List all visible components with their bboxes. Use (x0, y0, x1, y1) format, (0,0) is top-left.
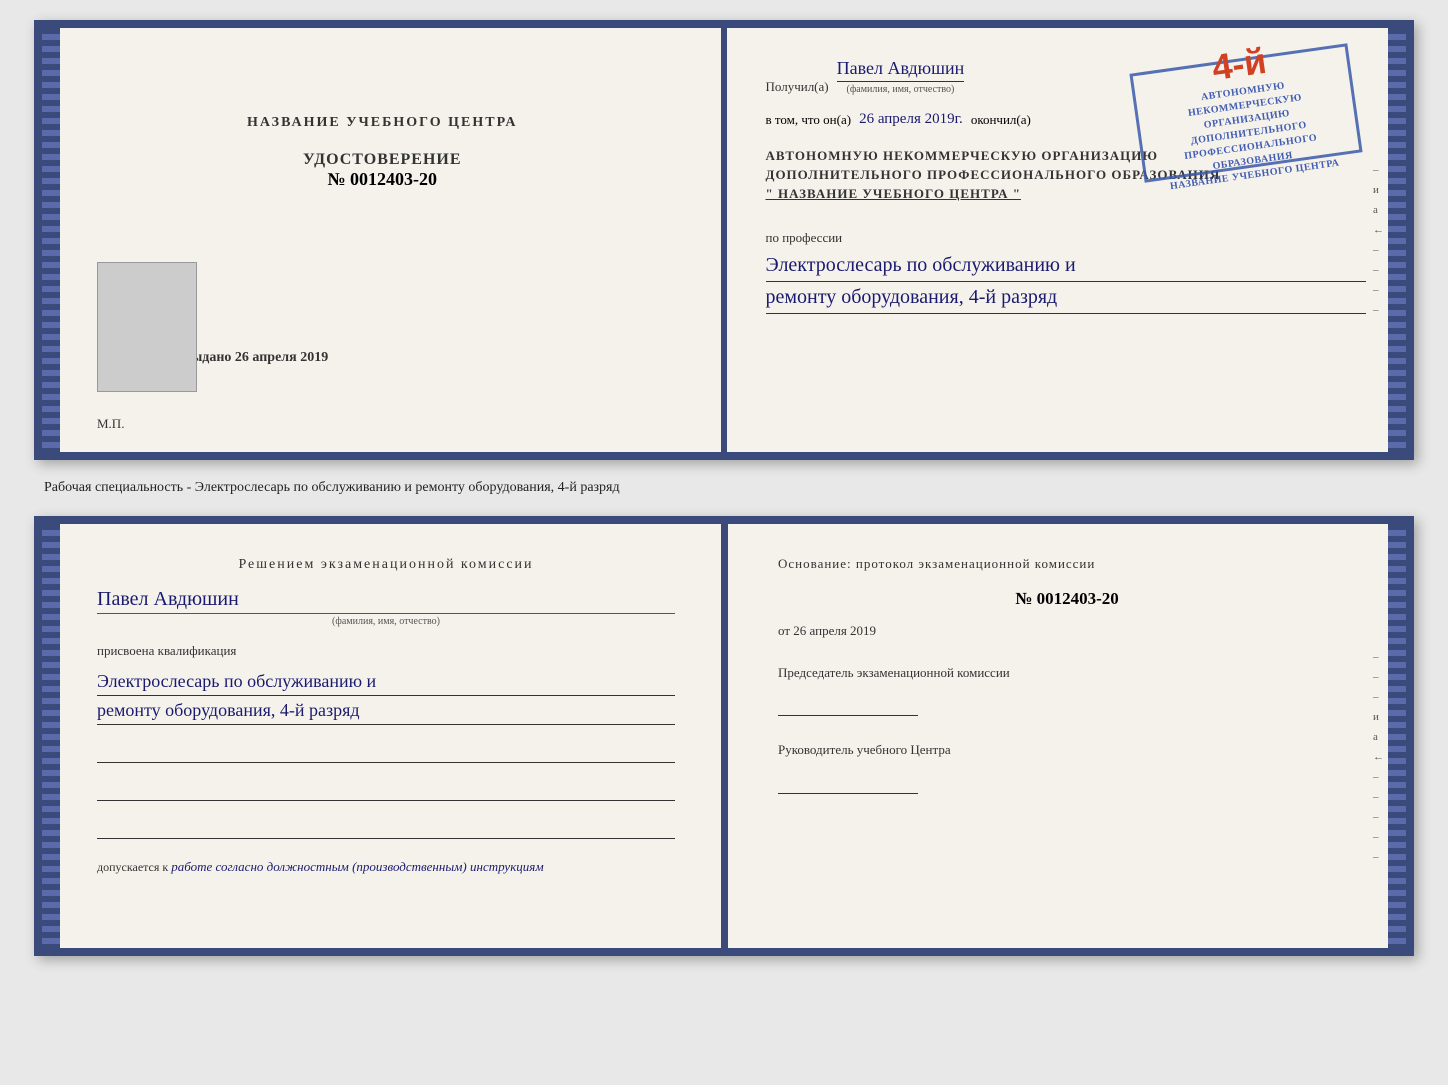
document-container: НАЗВАНИЕ УЧЕБНОГО ЦЕНТРА УДОСТОВЕРЕНИЕ №… (34, 20, 1414, 956)
exam-name-subtext: (фамилия, имя, отчество) (97, 613, 675, 627)
ruk-label: Руководитель учебного Центра (778, 740, 1356, 760)
cert-udost-label: УДОСТОВЕРЕНИЕ (303, 151, 462, 169)
po-professii-label: по профессии (766, 230, 1367, 246)
exam-name-block: Павел Авдюшин (фамилия, имя, отчество) (97, 588, 675, 627)
osnov-date: от 26 апреля 2019 (778, 623, 1356, 639)
cert-left-page: НАЗВАНИЕ УЧЕБНОГО ЦЕНТРА УДОСТОВЕРЕНИЕ №… (42, 28, 726, 452)
vtom-label: в том, что он(а) (766, 112, 852, 128)
top-certificate-spread: НАЗВАНИЕ УЧЕБНОГО ЦЕНТРА УДОСТОВЕРЕНИЕ №… (34, 20, 1414, 460)
exam-right-side-chars: – – – и а ← – – – – – (1373, 651, 1384, 863)
exam-qualification: присвоена квалификация (97, 643, 675, 659)
po-professii-block: по профессии Электрослесарь по обслужива… (766, 230, 1367, 314)
cert-date-value: 26 апреля 2019г. (859, 111, 963, 128)
dopusk-label: допускается к (97, 860, 168, 874)
poluchil-label: Получил(a) (766, 79, 829, 95)
okonchil-label: окончил(а) (971, 112, 1031, 128)
mp-label: М.П. (97, 416, 124, 432)
cert-photo-placeholder (97, 262, 197, 392)
osnov-number: № 0012403-20 (778, 589, 1356, 609)
prof-line2: ремонту оборудования, 4-й разряд (766, 286, 1367, 314)
blank-line-1 (97, 741, 675, 763)
cert-right-page: 4-й АВТОНОМНУЮ НЕКОММЕРЧЕСКУЮ ОРГАНИЗАЦИ… (726, 28, 1407, 452)
chair-sign-line (778, 696, 918, 716)
exam-left-page: Решением экзаменационной комиссии Павел … (42, 524, 728, 948)
date-value-bottom: 26 апреля 2019 (793, 623, 876, 638)
vydano-date: 26 апреля 2019 (235, 350, 328, 365)
exam-prof-line1: Электрослесарь по обслуживанию и (97, 671, 675, 696)
dopusk-block: допускается к работе согласно должностны… (97, 859, 675, 875)
name-subtext: (фамилия, имя, отчество) (837, 84, 965, 95)
dopusk-text: работе согласно должностным (производств… (171, 859, 543, 874)
exam-heading: Решением экзаменационной комиссии (97, 554, 675, 576)
ruk-sign-section: Руководитель учебного Центра (778, 740, 1356, 794)
profession-field: Электрослесарь по обслуживанию и ремонту… (766, 254, 1367, 314)
exam-prof-lines: Электрослесарь по обслуживанию и ремонту… (97, 671, 675, 725)
exam-right-page: Основание: протокол экзаменационной коми… (728, 524, 1406, 948)
prof-line1: Электрослесарь по обслуживанию и (766, 254, 1367, 282)
cert-vydano: Выдано 26 апреля 2019 (182, 350, 328, 366)
blank-line-3 (97, 817, 675, 839)
org-name: " НАЗВАНИЕ УЧЕБНОГО ЦЕНТРА " (766, 186, 1367, 202)
recipient-name: Павел Авдюшин (837, 58, 965, 79)
exam-prof-line2: ремонту оборудования, 4-й разряд (97, 700, 675, 725)
chair-label: Председатель экзаменационной комиссии (778, 663, 1356, 683)
cert-number: № 0012403-20 (303, 169, 462, 190)
work-specialty-label: Рабочая специальность - Электрослесарь п… (34, 480, 1414, 496)
chair-sign-section: Председатель экзаменационной комиссии (778, 663, 1356, 717)
blank-line-2 (97, 779, 675, 801)
exam-person-name: Павел Авдюшин (97, 588, 675, 611)
cert-udost-block: УДОСТОВЕРЕНИЕ № 0012403-20 (303, 151, 462, 190)
bottom-exam-spread: Решением экзаменационной комиссии Павел … (34, 516, 1414, 956)
ruk-sign-line (778, 774, 918, 794)
date-prefix: от (778, 623, 790, 638)
right-side-chars: – и а ← – – – – (1373, 164, 1384, 316)
osnov-label: Основание: протокол экзаменационной коми… (778, 554, 1356, 575)
cert-training-center-title: НАЗВАНИЕ УЧЕБНОГО ЦЕНТРА (247, 115, 517, 131)
